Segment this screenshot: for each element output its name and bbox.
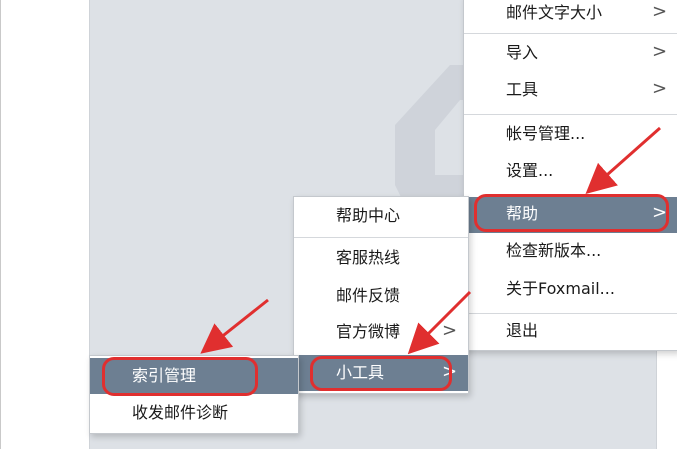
chevron-right-icon: >: [652, 41, 668, 62]
menu-item-official-weibo[interactable]: 官方微博 >: [294, 315, 468, 351]
chevron-right-icon: >: [652, 1, 668, 22]
menu-item-settings[interactable]: 设置...: [464, 155, 677, 191]
chevron-right-icon: >: [442, 320, 458, 341]
chevron-right-icon: >: [442, 361, 458, 382]
menu-item-label: 设置...: [506, 161, 554, 180]
menu-item-label: 检查新版本...: [506, 241, 602, 260]
menu-item-exit[interactable]: 退出: [464, 315, 677, 349]
menu-separator: [464, 313, 677, 314]
folder-pane: [0, 0, 90, 449]
menu-separator: [294, 237, 468, 238]
menu-item-label: 小工具: [336, 363, 385, 382]
menu-item-label: 帮助: [506, 204, 539, 223]
menu-item-label: 邮件反馈: [336, 286, 401, 305]
menu-item-label: 帐号管理...: [506, 124, 586, 143]
menu-item-help-center[interactable]: 帮助中心: [294, 197, 468, 235]
main-menu: 邮件文字大小 > 导入 > 工具 > 帐号管理... 设置... 帮助 > 检查…: [463, 0, 677, 351]
menu-item-label: 客服热线: [336, 248, 401, 267]
menu-item-label: 收发邮件诊断: [132, 403, 229, 422]
menu-item-mail-diagnosis[interactable]: 收发邮件诊断: [90, 396, 298, 432]
tools-submenu: 索引管理 收发邮件诊断: [89, 355, 299, 434]
menu-item-font-size[interactable]: 邮件文字大小 >: [464, 0, 677, 33]
menu-separator: [464, 114, 677, 115]
help-submenu: 帮助中心 客服热线 邮件反馈 官方微博 > 小工具 >: [293, 196, 469, 394]
menu-item-label: 官方微博: [336, 322, 401, 341]
menu-item-label: 邮件文字大小: [506, 3, 603, 22]
menu-item-label: 关于Foxmail...: [506, 279, 615, 298]
menu-item-label: 帮助中心: [336, 206, 401, 225]
menu-item-help[interactable]: 帮助 >: [464, 197, 677, 233]
menu-item-label: 索引管理: [132, 366, 197, 385]
menu-item-tools[interactable]: 工具 >: [464, 74, 677, 110]
chevron-right-icon: >: [652, 78, 668, 99]
menu-item-service-hotline[interactable]: 客服热线: [294, 239, 468, 277]
menu-item-label: 工具: [506, 80, 539, 99]
menu-item-index-management[interactable]: 索引管理: [90, 358, 298, 394]
menu-item-about[interactable]: 关于Foxmail...: [464, 273, 677, 309]
menu-item-label: 退出: [506, 321, 539, 340]
chevron-right-icon: >: [652, 202, 668, 223]
menu-item-mail-feedback[interactable]: 邮件反馈: [294, 277, 468, 315]
menu-item-import[interactable]: 导入 >: [464, 37, 677, 73]
menu-item-check-update[interactable]: 检查新版本...: [464, 235, 677, 271]
menu-separator: [464, 33, 677, 34]
menu-item-small-tools[interactable]: 小工具 >: [294, 355, 468, 391]
menu-item-label: 导入: [506, 43, 539, 62]
menu-item-account-management[interactable]: 帐号管理...: [464, 118, 677, 154]
